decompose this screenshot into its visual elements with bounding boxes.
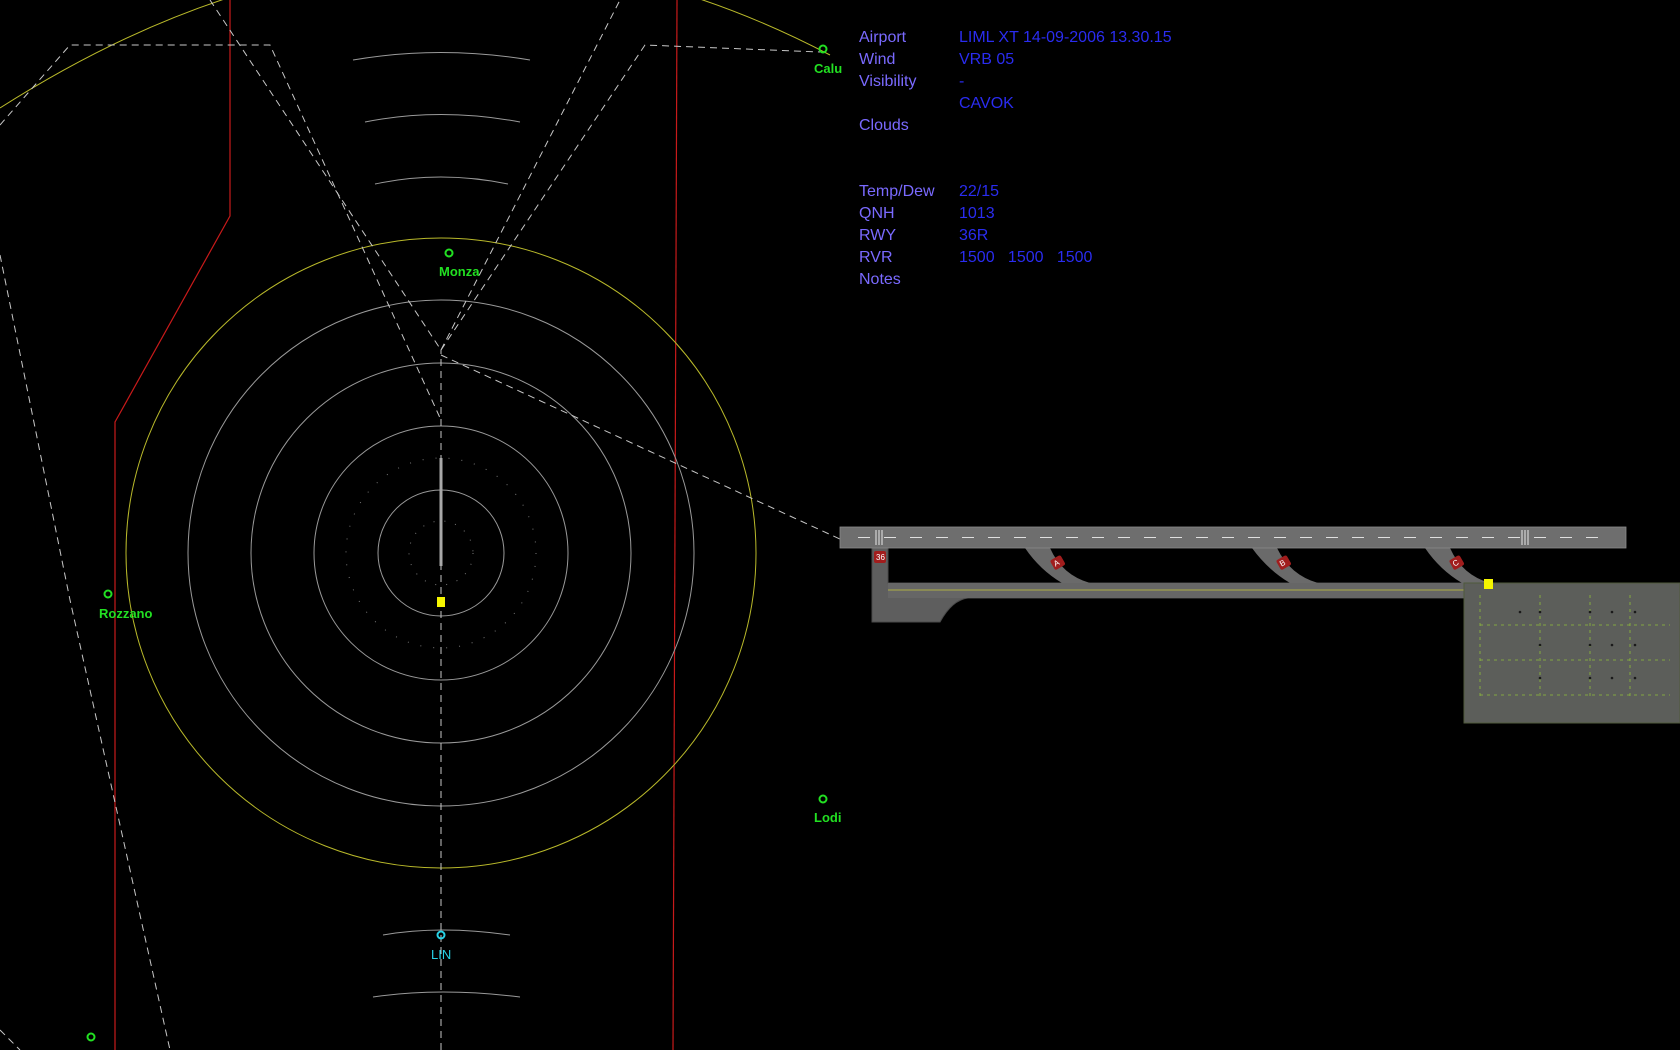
route-southwest	[0, 254, 171, 1050]
routes	[0, 0, 840, 1050]
fix-label-lodi[interactable]: Lodi	[814, 810, 841, 825]
clouds-label: Clouds	[859, 117, 909, 134]
wind-value: VRB 05	[959, 51, 1015, 68]
fix-icon-rozzano[interactable]	[103, 589, 113, 599]
metar-row-rwy: RWY 36R	[859, 226, 1279, 248]
visibility-value: -	[959, 73, 965, 90]
approach-arc	[372, 991, 521, 998]
approach-arc	[364, 114, 521, 123]
metar-spacer	[859, 138, 1279, 160]
approach-arc	[382, 929, 511, 936]
qnh-label: QNH	[859, 205, 895, 222]
airport-label: Airport	[859, 29, 907, 46]
approach-arc	[374, 176, 509, 185]
fix-icon-unnamed[interactable]	[86, 1032, 96, 1042]
airspace-boundary-west	[114, 0, 231, 1050]
metar-panel: Airport LIML XT 14-09-2006 13.30.15 Wind…	[859, 28, 1279, 292]
rvr-value: 1500 1500 1500	[959, 249, 1093, 266]
route-corner	[0, 1029, 21, 1050]
radar-map[interactable]	[0, 0, 840, 1050]
route-northeast	[440, 44, 821, 351]
ground-aircraft-target[interactable]	[1484, 579, 1493, 589]
rvr-label: RVR	[859, 249, 893, 266]
notes-label: Notes	[859, 271, 901, 288]
aircraft-target[interactable]	[437, 597, 445, 607]
sign-36-label: 36	[876, 553, 885, 562]
atc-screen: Monza Rozzano Calu Lodi LIN 36 A B C Air…	[0, 0, 1680, 1050]
route-northwest	[209, 0, 442, 351]
fix-label-rozzano[interactable]: Rozzano	[99, 606, 152, 621]
apron[interactable]	[1463, 582, 1680, 724]
sign-36-icon: 36	[874, 551, 886, 563]
fix-icon-lodi[interactable]	[818, 794, 828, 804]
airspace-boundary-east	[672, 0, 678, 1050]
tempdew-label: Temp/Dew	[859, 183, 935, 200]
radar-scope[interactable]: Monza Rozzano Calu Lodi LIN	[0, 0, 842, 1050]
airspace-boundaries	[114, 0, 678, 1050]
taxiway-signs: 36 A B C	[874, 551, 1464, 570]
visibility-label: Visibility	[859, 73, 917, 90]
vor-label-lin[interactable]: LIN	[431, 947, 451, 962]
parallel-taxiway[interactable]	[888, 583, 1478, 598]
route-to-ground-view	[440, 354, 840, 540]
metar-spacer	[859, 160, 1279, 182]
metar-row-clouds: Clouds	[859, 116, 1279, 138]
approach-arc	[352, 52, 531, 61]
fix-label-calu[interactable]: Calu	[814, 61, 842, 76]
fix-icon-monza[interactable]	[444, 248, 454, 258]
rwy-label: RWY	[859, 227, 897, 244]
sky-value: CAVOK	[959, 95, 1014, 112]
qnh-value: 1013	[959, 205, 995, 222]
range-yellow	[0, 0, 831, 869]
fix-label-monza[interactable]: Monza	[439, 264, 479, 279]
metar-row-sky: CAVOK	[859, 94, 1279, 116]
metar-row-rvr: RVR 1500 1500 1500	[859, 248, 1279, 270]
metar-row-qnh: QNH 1013	[859, 204, 1279, 226]
wind-label: Wind	[859, 51, 896, 68]
metar-row-wind: Wind VRB 05	[859, 50, 1279, 72]
metar-row-visibility: Visibility -	[859, 72, 1279, 94]
airport-value: LIML XT 14-09-2006 13.30.15	[959, 29, 1172, 46]
tempdew-value: 22/15	[959, 183, 1000, 200]
rwy-value: 36R	[959, 227, 989, 244]
metar-row-tempdew: Temp/Dew 22/15	[859, 182, 1279, 204]
metar-row-notes: Notes	[859, 270, 1279, 292]
range-arc-far	[0, 0, 831, 109]
route-north	[440, 0, 621, 351]
metar-row-airport: Airport LIML XT 14-09-2006 13.30.15	[859, 28, 1279, 50]
